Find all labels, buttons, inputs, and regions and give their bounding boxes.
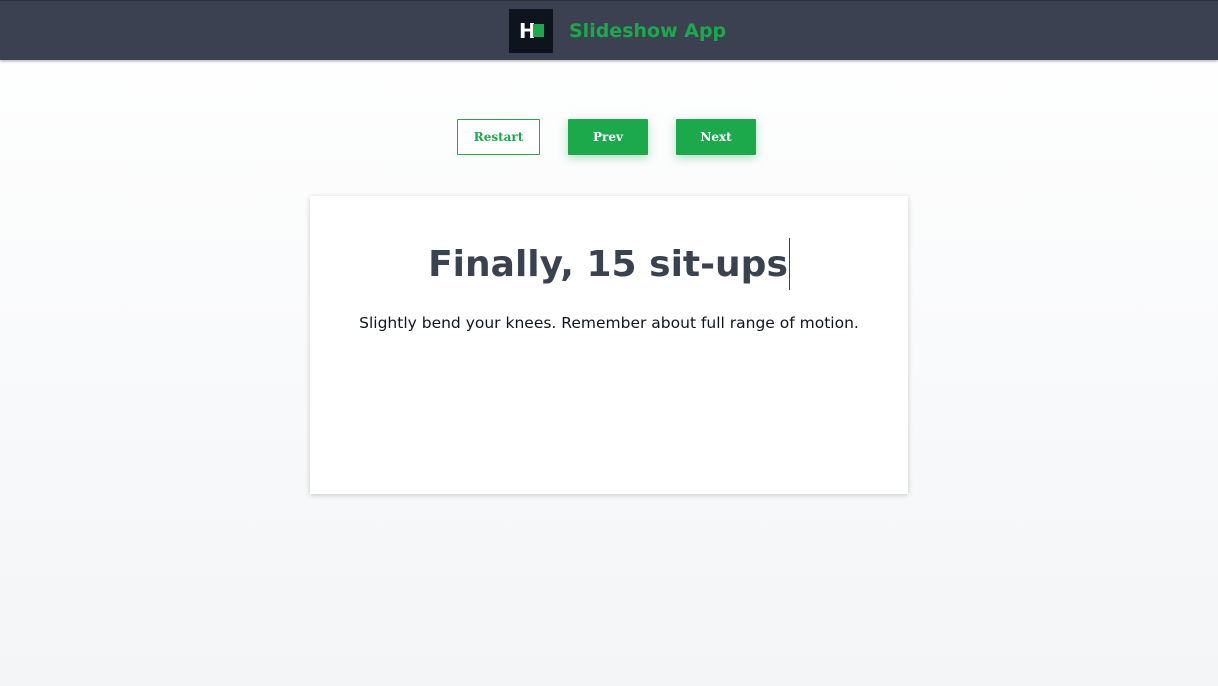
- slide-title: Finally, 15 sit-ups: [428, 244, 788, 285]
- next-button[interactable]: Next: [676, 119, 756, 155]
- logo-green-block: [533, 24, 544, 37]
- prev-button[interactable]: Prev: [568, 119, 648, 155]
- slide-title-heading: Finally, 15 sit-ups: [310, 236, 908, 294]
- slide-card: Finally, 15 sit-ups Slightly bend your k…: [310, 196, 908, 494]
- app-title: Slideshow App: [569, 20, 727, 42]
- app-header: H Slideshow App: [0, 0, 1218, 60]
- text-caret: [788, 238, 790, 290]
- brand: H Slideshow App: [509, 9, 726, 53]
- restart-button[interactable]: Restart: [457, 119, 540, 155]
- hackerrank-logo-icon: H: [509, 9, 553, 53]
- slide-text: Slightly bend your knees. Remember about…: [359, 314, 859, 332]
